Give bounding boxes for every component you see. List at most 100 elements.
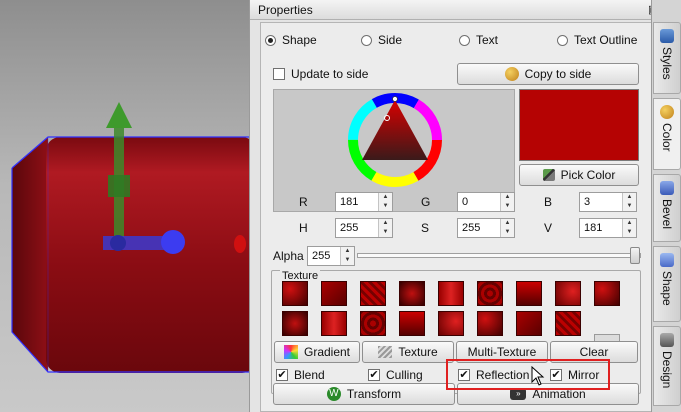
tab-styles[interactable]: Styles [653, 22, 681, 94]
radio-label: Text Outline [574, 33, 638, 47]
gradient-icon [283, 345, 298, 359]
texture-thumbnail[interactable] [399, 311, 425, 336]
r-label: R [299, 195, 308, 209]
spinner-value: 255 [462, 222, 481, 234]
properties-panel: Properties ▣ × Shape Side Text Text Outl… [249, 0, 674, 412]
texture-thumbnail[interactable] [399, 281, 425, 306]
spinner-arrows[interactable]: ▲ ▼ [622, 193, 636, 211]
texture-label: Texture [398, 345, 438, 359]
h-label: H [299, 221, 308, 235]
g-label: G [421, 195, 431, 209]
spinner-value: 255 [340, 222, 359, 234]
tab-label: Shape [660, 271, 674, 306]
3d-viewport[interactable] [0, 0, 249, 412]
styles-icon [660, 29, 674, 43]
gradient-label: Gradient [303, 345, 351, 359]
r-spinner[interactable]: 181 ▲ ▼ [335, 192, 393, 212]
checkbox-box: ✔ [276, 368, 288, 381]
texture-thumbnail[interactable] [321, 281, 347, 306]
multi-texture-label: Multi-Texture [467, 345, 537, 359]
radio-dot [265, 34, 276, 46]
alpha-label: Alpha [273, 249, 304, 263]
copy-to-side-button[interactable]: Copy to side [457, 63, 639, 85]
radio-side[interactable]: Side [361, 33, 402, 47]
spinner-value: 181 [340, 196, 359, 208]
b-spinner[interactable]: 3 ▲ ▼ [579, 192, 637, 212]
spinner-value: 181 [584, 222, 603, 234]
tab-design[interactable]: Design [653, 326, 681, 406]
texture-thumbnail[interactable] [438, 281, 464, 306]
texture-thumbnail[interactable] [321, 311, 347, 336]
texture-thumbnail[interactable] [477, 281, 503, 306]
tab-label: Design [660, 351, 674, 389]
spinner-arrows[interactable]: ▲ ▼ [378, 219, 392, 237]
radio-shape[interactable]: Shape [265, 33, 317, 47]
transform-button[interactable]: W Transform [273, 383, 455, 405]
design-icon [660, 333, 674, 347]
shape-icon [660, 253, 674, 267]
tab-label: Bevel [660, 199, 674, 230]
spinner-arrows[interactable]: ▲ ▼ [622, 219, 636, 237]
tab-color[interactable]: Color [653, 98, 681, 170]
transform-label: Transform [346, 387, 402, 401]
texture-thumbnail[interactable] [282, 311, 308, 336]
radio-text[interactable]: Text [459, 33, 498, 47]
texture-button[interactable]: Texture [362, 341, 454, 363]
bevel-icon [660, 181, 674, 195]
s-label: S [421, 221, 430, 235]
color-icon [660, 105, 674, 119]
radio-label: Shape [282, 33, 317, 47]
culling-checkbox[interactable]: ✔ Culling [368, 368, 423, 382]
alpha-spinner[interactable]: 255 ▲ ▼ [307, 246, 355, 266]
texture-thumbnail[interactable] [555, 281, 581, 306]
eyedropper-icon [542, 169, 555, 181]
texture-thumbnail[interactable] [555, 311, 581, 336]
hue-marker[interactable] [392, 96, 398, 102]
v-spinner[interactable]: 181 ▲ ▼ [579, 218, 637, 238]
slider-thumb[interactable] [630, 247, 640, 264]
texture-thumbnail[interactable] [516, 281, 542, 306]
texture-thumbnail[interactable] [360, 311, 386, 336]
h-spinner[interactable]: 255 ▲ ▼ [335, 218, 393, 238]
b-label: B [544, 195, 553, 209]
spinner-arrows[interactable]: ▲ ▼ [500, 193, 514, 211]
checkbox-box: ✔ [368, 368, 380, 381]
texture-thumbnail[interactable] [282, 281, 308, 306]
color-properties: Shape Side Text Text Outline Update to s… [260, 22, 652, 412]
radio-text-outline[interactable]: Text Outline [557, 33, 637, 47]
texture-thumbnail[interactable] [477, 311, 503, 336]
clear-label: Clear [579, 345, 609, 359]
texture-thumbnail[interactable] [438, 311, 464, 336]
checkbox-box [273, 68, 285, 80]
tab-bevel[interactable]: Bevel [653, 174, 681, 242]
radio-label: Text [476, 33, 499, 47]
g-spinner[interactable]: 0 ▲ ▼ [457, 192, 515, 212]
texture-thumbnail[interactable] [594, 281, 620, 306]
highlight-box [446, 359, 610, 390]
gradient-button[interactable]: Gradient [274, 341, 360, 363]
palette-icon [504, 67, 519, 81]
side-tab-strip: Styles Color Bevel Shape Design [651, 0, 681, 412]
slider-track [357, 253, 641, 258]
pick-color-label: Pick Color [560, 168, 616, 182]
spinner-arrows[interactable]: ▲ ▼ [500, 219, 514, 237]
current-color-swatch [519, 89, 639, 161]
panel-title-bar: Properties ▣ × [250, 0, 674, 20]
s-spinner[interactable]: 255 ▲ ▼ [457, 218, 515, 238]
checkbox-label: Update to side [291, 67, 369, 81]
texture-thumbnail[interactable] [360, 281, 386, 306]
copy-to-side-label: Copy to side [524, 67, 592, 81]
checkbox-label: Blend [294, 368, 325, 382]
spinner-value: 0 [462, 196, 469, 208]
radio-dot [557, 34, 568, 46]
texture-thumbnail[interactable] [516, 311, 542, 336]
tab-shape[interactable]: Shape [653, 246, 681, 322]
spinner-value: 3 [584, 196, 591, 208]
alpha-slider[interactable] [357, 247, 641, 264]
update-to-side-checkbox[interactable]: Update to side [273, 67, 368, 81]
pick-color-button[interactable]: Pick Color [519, 164, 639, 186]
transform-icon: W [326, 387, 341, 401]
spinner-arrows[interactable]: ▲ ▼ [340, 247, 354, 265]
spinner-arrows[interactable]: ▲ ▼ [378, 193, 392, 211]
blend-checkbox[interactable]: ✔ Blend [276, 368, 325, 382]
